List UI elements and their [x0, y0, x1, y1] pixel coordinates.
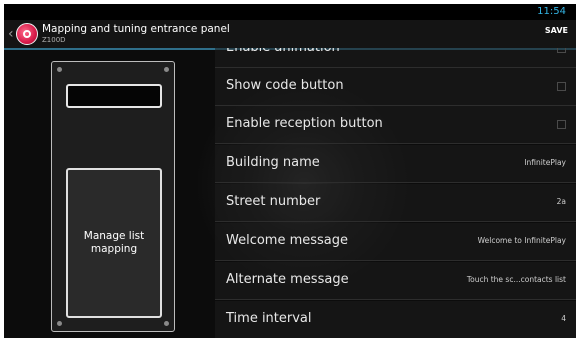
save-button[interactable]: SAVE — [545, 26, 568, 35]
settings-row[interactable]: Enable animation — [215, 48, 576, 68]
settings-row[interactable]: Alternate message Touch the sc...contacts… — [215, 262, 576, 300]
settings-row-value: 2a — [556, 197, 566, 206]
screw-icon — [164, 321, 169, 326]
settings-row[interactable]: Enable reception button — [215, 106, 576, 144]
settings-row-label: Street number — [226, 194, 321, 209]
entrance-panel-preview: Manage list mapping — [51, 61, 175, 332]
settings-row-value: InfinitePlay — [524, 158, 566, 167]
settings-row-label: Building name — [226, 155, 320, 170]
app-logo-icon[interactable] — [16, 23, 38, 45]
settings-checkbox[interactable] — [557, 120, 566, 129]
settings-checkbox[interactable] — [557, 82, 566, 91]
manage-list-mapping-button[interactable]: Manage list mapping — [66, 168, 162, 318]
settings-row-label: Time interval — [226, 311, 312, 326]
page-title: Mapping and tuning entrance panel — [42, 23, 230, 35]
settings-row-label: Welcome message — [226, 233, 349, 248]
settings-checkbox[interactable] — [557, 48, 566, 53]
settings-row[interactable]: Welcome message Welcome to InfinitePlay — [215, 223, 576, 261]
status-bar: 11:54 — [4, 4, 576, 20]
settings-row-value: Touch the sc...contacts list — [466, 275, 566, 284]
action-bar-titles: Mapping and tuning entrance panel Z100D — [42, 23, 230, 45]
settings-list[interactable]: Enable animation Show code button Enable r… — [215, 48, 576, 338]
settings-row[interactable]: Building name InfinitePlay — [215, 145, 576, 183]
settings-row[interactable]: Time interval 4 — [215, 301, 576, 338]
settings-row[interactable]: Show code button — [215, 68, 576, 106]
action-bar: ‹ Mapping and tuning entrance panel Z100… — [4, 20, 576, 50]
settings-row-value: 4 — [561, 314, 566, 323]
screw-icon — [57, 321, 62, 326]
page-subtitle: Z100D — [42, 36, 66, 44]
app-screen: 11:54 ‹ Mapping and tuning entrance pane… — [4, 4, 576, 338]
settings-row[interactable]: Street number 2a — [215, 184, 576, 222]
panel-display-slot[interactable] — [66, 84, 162, 108]
settings-row-label: Enable animation — [226, 48, 340, 55]
settings-row-label: Show code button — [226, 78, 344, 93]
settings-row-label: Enable reception button — [226, 116, 383, 131]
status-clock: 11:54 — [537, 6, 566, 17]
settings-row-label: Alternate message — [226, 272, 349, 287]
settings-row-value: Welcome to InfinitePlay — [477, 236, 566, 245]
screw-icon — [57, 67, 62, 72]
screw-icon — [164, 67, 169, 72]
